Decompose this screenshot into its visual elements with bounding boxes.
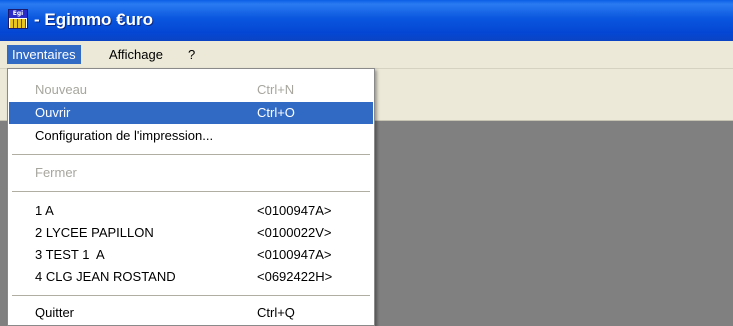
menu-entry-configuration-impression[interactable]: Configuration de l'impression... bbox=[9, 125, 373, 147]
menu-entry-label: 1 A bbox=[35, 203, 54, 218]
menu-affichage[interactable]: Affichage bbox=[104, 45, 168, 64]
menu-entry-label: Nouveau bbox=[35, 82, 88, 97]
menu-entry-recent-2[interactable]: 2 LYCEE PAPILLON <0100022V> bbox=[9, 222, 373, 244]
menu-entry-fermer: Fermer bbox=[9, 162, 373, 184]
menu-bar: Inventaires Affichage ? bbox=[0, 41, 733, 69]
window-title: - Egimmo €uro bbox=[34, 10, 154, 29]
menu-entry-label: 4 CLG JEAN ROSTAND bbox=[35, 269, 176, 284]
menu-entry-label: Fermer bbox=[35, 165, 77, 180]
app-icon-grid bbox=[10, 19, 26, 28]
egimmo-app-icon[interactable]: Egi bbox=[8, 9, 28, 29]
app-window: Egi - Egimmo €uro Inventaires Affichage … bbox=[0, 0, 733, 326]
menu-entry-recent-4[interactable]: 4 CLG JEAN ROSTAND <0692422H> bbox=[9, 266, 373, 288]
inventaires-dropdown-menu: Nouveau Ctrl+N Ouvrir Ctrl+O Configurati… bbox=[7, 68, 375, 326]
menu-inventaires[interactable]: Inventaires bbox=[7, 45, 81, 64]
menu-separator bbox=[12, 295, 370, 296]
menu-entry-shortcut: Ctrl+O bbox=[257, 105, 295, 120]
menu-entry-code: <0100947A> bbox=[257, 203, 332, 218]
menu-entry-code: <0100947A> bbox=[257, 247, 332, 262]
menu-separator bbox=[12, 191, 370, 192]
title-bar[interactable]: Egi - Egimmo €uro bbox=[0, 0, 733, 42]
menu-entry-quitter[interactable]: Quitter Ctrl+Q bbox=[9, 302, 373, 324]
menu-separator bbox=[12, 154, 370, 155]
menu-entry-shortcut: Ctrl+Q bbox=[257, 305, 295, 320]
menu-entry-shortcut: Ctrl+N bbox=[257, 82, 295, 97]
menu-entry-ouvrir[interactable]: Ouvrir Ctrl+O bbox=[9, 102, 373, 124]
menu-help[interactable]: ? bbox=[183, 45, 200, 64]
menu-entry-recent-3[interactable]: 3 TEST 1 A <0100947A> bbox=[9, 244, 373, 266]
menu-entry-code: <0100022V> bbox=[257, 225, 332, 240]
menu-entry-recent-1[interactable]: 1 A <0100947A> bbox=[9, 200, 373, 222]
menu-entry-label: Configuration de l'impression... bbox=[35, 128, 214, 143]
menu-entry-label: 2 LYCEE PAPILLON bbox=[35, 225, 154, 240]
menu-entry-code: <0692422H> bbox=[257, 269, 333, 284]
menu-entry-nouveau: Nouveau Ctrl+N bbox=[9, 79, 373, 101]
menu-entry-label: Quitter bbox=[35, 305, 75, 320]
menu-entry-label: 3 TEST 1 A bbox=[35, 247, 105, 262]
menu-entry-label: Ouvrir bbox=[35, 105, 71, 120]
app-icon-text: Egi bbox=[9, 10, 27, 18]
